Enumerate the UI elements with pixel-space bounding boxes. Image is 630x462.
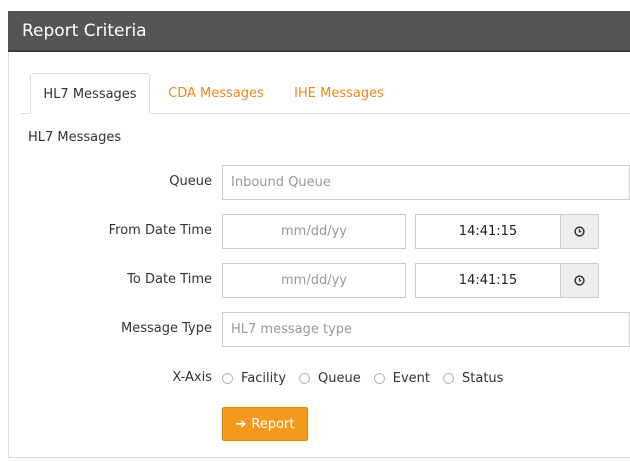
message-type-input[interactable]	[222, 312, 630, 347]
from-time-input[interactable]	[415, 214, 561, 249]
panel-header: Report Criteria	[8, 11, 630, 52]
radio-facility-label[interactable]: Facility	[241, 371, 286, 386]
radio-event[interactable]	[373, 372, 385, 384]
from-time-picker-button[interactable]	[560, 214, 599, 249]
clock-icon	[574, 275, 585, 286]
x-axis-radio-group: Facility Queue Event Status	[222, 370, 516, 386]
queue-input[interactable]	[222, 165, 630, 200]
arrow-right-icon: ➔	[235, 416, 247, 432]
from-date-input[interactable]	[222, 214, 406, 249]
clock-icon	[574, 226, 585, 237]
message-type-label: Message Type	[121, 321, 212, 336]
x-axis-label: X-Axis	[172, 370, 212, 385]
tab-ihe-messages[interactable]: IHE Messages	[284, 73, 394, 114]
tab-hl7-messages[interactable]: HL7 Messages	[30, 73, 150, 114]
report-button-label: Report	[251, 416, 295, 432]
radio-status-label[interactable]: Status	[462, 371, 503, 386]
panel-title: Report Criteria	[22, 21, 147, 41]
to-time-input[interactable]	[415, 263, 561, 298]
to-date-input[interactable]	[222, 263, 406, 298]
radio-event-label[interactable]: Event	[393, 371, 430, 386]
report-button[interactable]: ➔ Report	[222, 407, 308, 441]
to-date-time-label: To Date Time	[127, 272, 212, 287]
radio-facility[interactable]	[222, 372, 233, 384]
tab-cda-messages[interactable]: CDA Messages	[158, 73, 274, 114]
section-title: HL7 Messages	[28, 130, 122, 145]
from-date-time-label: From Date Time	[108, 223, 212, 238]
queue-label: Queue	[169, 174, 212, 189]
radio-queue[interactable]	[299, 372, 311, 384]
to-time-picker-button[interactable]	[560, 263, 599, 298]
radio-queue-label[interactable]: Queue	[318, 371, 361, 386]
radio-status[interactable]	[443, 372, 454, 384]
